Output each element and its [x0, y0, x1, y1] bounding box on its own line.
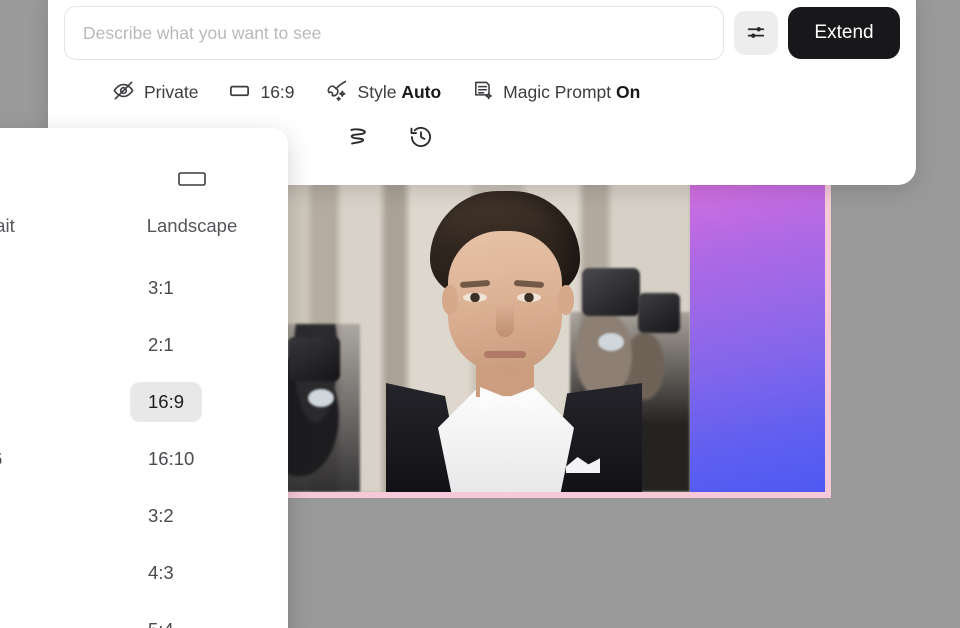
magic-prompt-label: Magic Prompt On	[503, 82, 641, 102]
landscape-icon	[175, 164, 209, 199]
ratio-chip: 9:16	[0, 382, 10, 422]
ratio-option-landscape[interactable]: 2:1	[96, 316, 288, 373]
scribble-icon	[346, 124, 372, 155]
app-root: Extend Private 16:	[0, 0, 960, 628]
ratio-chip: 10:16	[0, 439, 20, 479]
ratio-option-portrait[interactable]: 10:16	[0, 430, 96, 487]
subject-eye-right	[517, 293, 541, 302]
privacy-label: Private	[144, 82, 199, 102]
photo-camera-right	[638, 292, 680, 333]
style-label: Style Auto	[357, 82, 442, 102]
ratio-option-landscape[interactable]: 3:2	[96, 487, 288, 544]
ratio-option-portrait[interactable]: 1:2	[0, 316, 96, 373]
tools-row	[344, 124, 436, 154]
source-photo[interactable]	[286, 181, 690, 492]
ratio-chip: 5:4	[130, 610, 192, 628]
ratio-option-landscape[interactable]: 3:1	[96, 259, 288, 316]
history-tool[interactable]	[406, 124, 436, 154]
photo-camera-left	[288, 336, 340, 381]
extend-gradient-region[interactable]	[690, 181, 825, 492]
ratio-option-landscape[interactable]: 5:4	[96, 601, 288, 628]
options-row: Private 16:9 Style Auto Magic Prompt On	[112, 78, 640, 107]
style-value: Auto	[401, 82, 442, 102]
subject-ear-right	[558, 285, 574, 315]
landscape-column-header[interactable]: Landscape	[96, 154, 288, 259]
photo-subject	[386, 191, 642, 492]
aspect-ratio-dropdown[interactable]: Portrait Landscape 1:3 3:1 1:2 2:1 9:16 …	[0, 128, 288, 628]
ratio-chip: 3:1	[148, 276, 174, 298]
ratio-option-portrait[interactable]: 4:5	[0, 601, 96, 628]
magic-brush-icon	[325, 78, 349, 107]
aspect-ratio-value: 16:9	[260, 82, 295, 102]
ratio-chip: 4:3	[148, 561, 174, 583]
subject-mouth	[484, 351, 526, 358]
ratio-option-landscape[interactable]: 4:3	[96, 544, 288, 601]
extend-button[interactable]: Extend	[788, 7, 900, 59]
ratio-chip: 16:10	[148, 447, 195, 469]
aspect-ratio-option[interactable]: 16:9	[228, 79, 295, 107]
prompt-input[interactable]	[64, 6, 724, 60]
canvas-inner	[286, 181, 825, 492]
subject-nose	[496, 303, 514, 337]
settings-button[interactable]	[734, 11, 778, 55]
rectangle-icon	[228, 79, 251, 107]
ratio-option-portrait[interactable]: 9:16	[0, 373, 96, 430]
landscape-label: Landscape	[146, 215, 238, 236]
magic-document-icon	[471, 79, 494, 107]
scribble-tool[interactable]	[344, 124, 374, 154]
ratio-option-portrait[interactable]: 1:3	[0, 259, 96, 316]
sliders-icon	[745, 21, 767, 46]
ratio-chip: 3:2	[148, 504, 174, 526]
ratio-chip: 2:1	[148, 333, 174, 355]
style-option[interactable]: Style Auto	[325, 78, 442, 107]
ratio-chip-selected: 16:9	[130, 381, 203, 422]
image-canvas[interactable]	[286, 176, 831, 498]
magic-prompt-value: On	[616, 82, 641, 102]
eye-off-icon	[112, 79, 135, 107]
subject-eye-left	[463, 293, 487, 302]
ratio-option-portrait[interactable]: 3:4	[0, 544, 96, 601]
history-icon	[408, 124, 434, 155]
ratio-option-landscape-selected[interactable]: 16:9	[96, 373, 288, 430]
aspect-ratio-grid: Portrait Landscape 1:3 3:1 1:2 2:1 9:16 …	[0, 154, 288, 628]
subject-shirt	[438, 387, 574, 492]
portrait-column-header[interactable]: Portrait	[0, 154, 96, 259]
ratio-option-portrait[interactable]: 2:3	[0, 487, 96, 544]
subject-ear-left	[442, 285, 458, 315]
magic-prompt-option[interactable]: Magic Prompt On	[471, 79, 640, 107]
prompt-row: Extend	[64, 6, 900, 60]
privacy-option[interactable]: Private	[112, 79, 198, 107]
ratio-option-landscape[interactable]: 16:10	[96, 430, 288, 487]
portrait-label: Portrait	[0, 215, 15, 236]
